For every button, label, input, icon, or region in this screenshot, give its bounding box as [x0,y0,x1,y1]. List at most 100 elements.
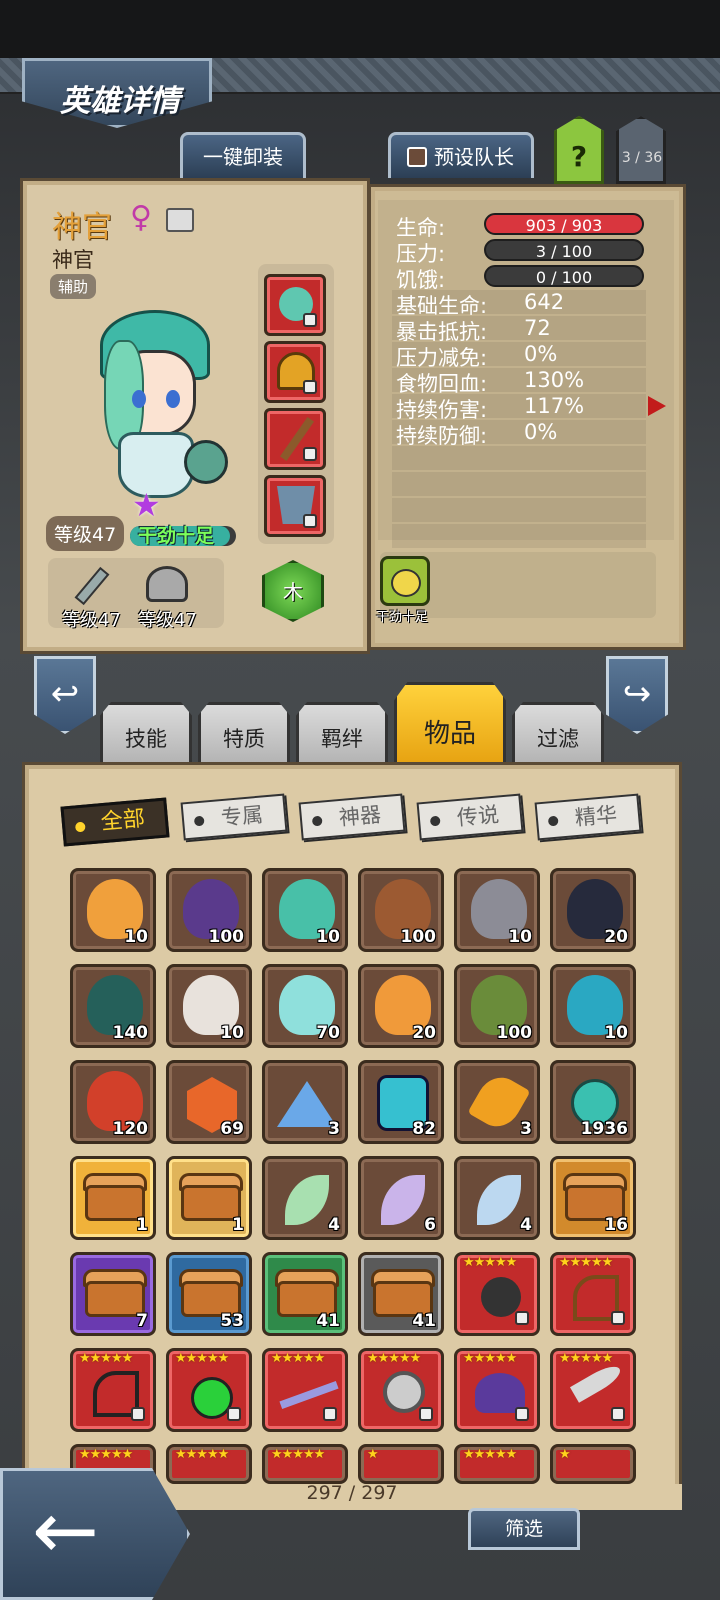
preset-leader-button[interactable]: 预设队长 [388,132,534,178]
chain-icon [279,1380,339,1410]
inventory-item[interactable]: 10 [70,868,156,952]
inventory-item[interactable]: 140 [70,964,156,1048]
inventory-item[interactable]: 70 [262,964,348,1048]
armor-level: 等级47 [138,610,197,631]
lock-icon [515,1407,529,1421]
inventory-item[interactable]: ★★★★★ [550,1348,636,1432]
inventory-item[interactable]: ★★★★★ [358,1348,444,1432]
inventory-item[interactable]: ★★★★★ [166,1444,252,1484]
stat-value: 0% [524,342,558,366]
leaf-icon [381,1175,425,1225]
inventory-item[interactable]: 20 [358,964,444,1048]
inventory-item[interactable]: 3 [454,1060,540,1144]
role-tag: 辅助 [50,274,97,299]
inventory-item[interactable]: 100 [166,868,252,952]
lock-icon [611,1407,625,1421]
inventory-item[interactable]: 10 [166,964,252,1048]
inventory-item[interactable]: 4 [262,1156,348,1240]
inventory-item[interactable]: 53 [166,1252,252,1336]
checkbox-icon[interactable] [407,147,427,167]
inventory-item[interactable]: 4 [454,1156,540,1240]
helmet-icon [146,566,188,602]
radio-icon [193,815,205,827]
inventory-item[interactable]: ★★★★★ [454,1444,540,1484]
equip-slot-armor[interactable] [264,475,326,537]
hero-name: 神官 [52,210,112,245]
inventory-item[interactable]: 3 [262,1060,348,1144]
inventory-item[interactable]: 100 [454,964,540,1048]
status-bar [0,0,720,58]
equip-slot-accessory[interactable] [264,274,326,336]
trait-icon[interactable] [380,556,430,606]
next-hero-button[interactable]: ↪ [606,656,668,734]
stats-next-arrow-icon[interactable] [648,396,666,416]
page-title: 英雄详情 [60,84,180,119]
lock-icon [303,447,317,461]
prev-hero-button[interactable]: ↩ [34,656,96,734]
lock-icon [303,313,317,327]
inventory-item[interactable]: 10 [262,868,348,952]
hero-portrait [96,310,236,510]
inventory-item[interactable]: ★★★★★ [262,1444,348,1484]
inventory-item[interactable]: 1 [70,1156,156,1240]
radio-icon [311,815,323,827]
stat-value: 117% [524,394,585,418]
tab-skills[interactable]: 技能 [100,702,192,764]
tab-items[interactable]: 物品 [394,682,506,766]
inventory-item[interactable]: ★ [550,1444,636,1484]
inventory-item[interactable]: 7 [70,1252,156,1336]
axe-icon [383,1371,425,1413]
stat-value: 0% [524,420,558,444]
lock-icon [323,1407,337,1421]
inventory-item[interactable]: 6 [358,1156,444,1240]
tab-filter[interactable]: 过滤 [512,702,604,764]
tab-traits[interactable]: 特质 [198,702,290,764]
radio-icon [547,815,559,827]
tab-bonds[interactable]: 羁绊 [296,702,388,764]
inventory-item[interactable]: 120 [70,1060,156,1144]
radio-icon [74,821,86,833]
stress-bar: 3 / 100 [484,239,644,261]
female-icon: ♀ [130,200,152,235]
inventory-item[interactable]: ★★★★★ [262,1348,348,1432]
help-button[interactable]: ? [554,116,604,184]
inventory-item[interactable]: 41 [262,1252,348,1336]
trait-label: 干劲十足 [376,610,429,625]
sort-button[interactable]: 筛选 [468,1508,580,1550]
back-arrow-icon: ← [32,1484,100,1577]
hero-class: 神官 [52,248,94,272]
inventory-item[interactable]: 41 [358,1252,444,1336]
mood-label: 干劲十足 [138,525,215,547]
edit-name-icon[interactable] [166,208,194,232]
inventory-item[interactable]: 20 [550,868,636,952]
lock-icon [303,380,317,394]
stat-value: 130% [524,368,585,392]
inventory-item[interactable]: 1 [166,1156,252,1240]
inventory-item[interactable]: 1936 [550,1060,636,1144]
scimitar-icon [569,1361,625,1403]
inventory-item[interactable]: ★★★★★ [166,1348,252,1432]
equip-slot-helmet[interactable] [264,341,326,403]
inventory-item[interactable]: 10 [454,868,540,952]
inventory-item[interactable]: 82 [358,1060,444,1144]
page-counter: 3 / 36 [621,150,663,166]
weapon-level: 等级47 [62,610,121,631]
inventory-item[interactable]: 100 [358,868,444,952]
inventory-item[interactable]: ★ [358,1444,444,1484]
inventory-item[interactable]: ★★★★★ [550,1252,636,1336]
leaf-icon [285,1175,329,1225]
lock-icon [303,514,317,528]
equip-slot-staff[interactable] [264,408,326,470]
inventory-item[interactable]: ★★★★★ [454,1252,540,1336]
preset-leader-label: 预设队长 [434,145,514,169]
inventory-item[interactable]: 69 [166,1060,252,1144]
hero-level: 等级47 [46,516,125,551]
inventory-item[interactable]: 16 [550,1156,636,1240]
inventory-item[interactable]: 10 [550,964,636,1048]
inventory-item[interactable]: ★★★★★ [454,1348,540,1432]
inventory-item[interactable]: ★★★★★ [70,1348,156,1432]
unequip-all-button[interactable]: 一键卸装 [180,132,306,178]
hunger-bar: 0 / 100 [484,265,644,287]
lock-icon [227,1407,241,1421]
star-icon: ★ [132,486,161,524]
